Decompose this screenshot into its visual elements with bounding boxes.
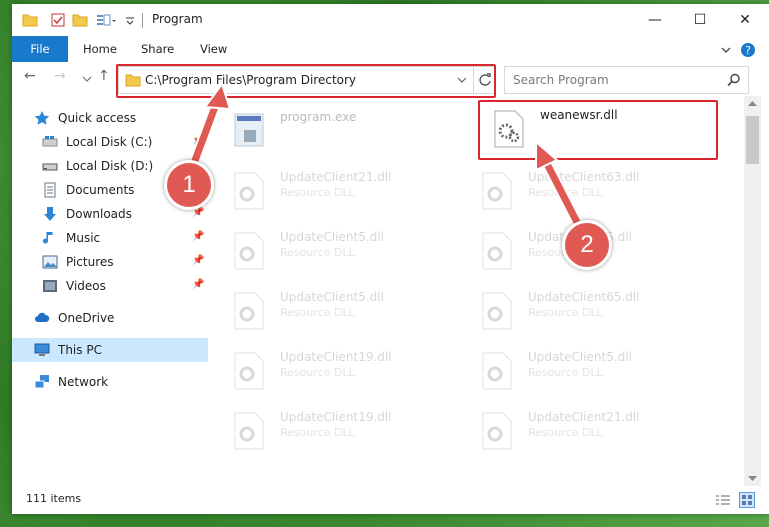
explorer-window: Program — ☐ ✕ File Home Share View ? ← →… — [12, 4, 769, 514]
callout-badge-1: 1 — [164, 160, 214, 210]
arrow-2-icon — [535, 139, 588, 238]
callout-arrows — [184, 81, 588, 238]
callout-badge-2: 2 — [562, 220, 612, 270]
